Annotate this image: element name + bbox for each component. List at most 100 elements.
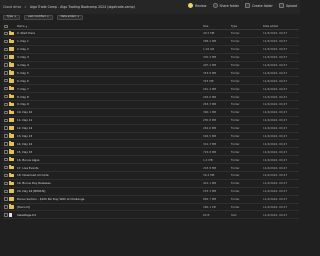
table-row[interactable]: 18. Download All Code 39.4 MB Folder 11/4/2… (3, 172, 299, 180)
row-name[interactable]: [Discord] (17, 205, 203, 209)
row-checkbox[interactable] (4, 94, 8, 99)
row-checkbox[interactable] (4, 102, 8, 107)
filter-last-modified[interactable]: Last modified ▼ (24, 15, 53, 20)
select-all-checkbox[interactable] (4, 24, 8, 29)
table-row[interactable]: 11. Day 11 255.8 MB Folder 11/4/2024, 00:47 (3, 117, 299, 125)
table-row[interactable]: 17. Live Events 203.8 MB Folder 11/4/2024, … (3, 164, 299, 173)
row-name[interactable]: 3. Day 3 (17, 55, 203, 59)
table-row[interactable]: 0. Start Here 49.5 MB Folder 11/4/2024, 00:… (3, 30, 299, 38)
row-icon-cell (9, 38, 17, 44)
row-date: 11/4/2024, 00:47 (263, 149, 288, 154)
review-button[interactable]: Review (188, 3, 207, 8)
row-size: 261.4 MB (203, 86, 217, 91)
table-row[interactable]: 5. Day 5 353.8 MB Folder 11/4/2024, 00:47 (3, 69, 299, 78)
row-checkbox[interactable] (4, 55, 8, 59)
folder-icon (9, 54, 14, 59)
row-checkbox[interactable] (4, 63, 8, 67)
row-icon-cell (9, 149, 17, 154)
filter-date-added[interactable]: Date added ▼ (56, 15, 83, 20)
table-row[interactable]: Bonus Section - $100 Per Day With AI Cha… (3, 196, 299, 204)
row-checkbox[interactable] (4, 110, 8, 115)
table-body: 0. Start Here 49.5 MB Folder 11/4/2024, 00:… (3, 30, 299, 220)
breadcrumb-root[interactable]: Cloud drive (3, 5, 21, 9)
table-row[interactable]: [Discord] 260.1 KB Folder 11/4/2024, 00:47 (3, 204, 299, 212)
table-row[interactable]: 8. Day 8 246.6 MB Folder 11/4/2024, 00:47 (3, 93, 299, 102)
table-row[interactable]: 10. Day 10 300.1 MB Folder 11/4/2024, 00:47 (3, 109, 299, 117)
table-row[interactable]: 15. Day 15 722.8 MB Folder 11/4/2024, 00:47 (3, 148, 299, 157)
upload-button[interactable]: Upload (278, 3, 297, 8)
column-name-header[interactable]: Name▲ (17, 25, 203, 28)
table-row[interactable]: 19. Bonus Day Releases 441.1 MB Folder 11/4… (3, 180, 299, 188)
table-row[interactable]: 3. Day 3 330.3 MB Folder 11/4/2024, 00:47 (3, 54, 299, 62)
row-checkbox[interactable] (4, 134, 8, 138)
create-folder-button[interactable]: Create folder (244, 3, 273, 8)
filter-type[interactable]: Type ▼ (3, 15, 21, 20)
row-checkbox[interactable] (4, 118, 8, 122)
row-checkbox[interactable] (4, 126, 8, 130)
row-name[interactable]: 16. Bonus Algos (17, 158, 203, 162)
share-folder-button[interactable]: Share folder (212, 3, 239, 8)
row-name[interactable]: 1. Day 1 (17, 39, 203, 43)
row-size: 312.3 MB (203, 141, 217, 146)
row-size: 722.8 MB (203, 149, 217, 154)
row-checkbox[interactable] (4, 197, 8, 201)
row-checkbox[interactable] (4, 158, 8, 162)
row-checkbox[interactable] (4, 39, 8, 44)
row-checkbox[interactable] (4, 31, 8, 36)
row-checkbox[interactable] (4, 142, 8, 146)
row-checkbox[interactable] (4, 205, 8, 209)
table-row[interactable]: SalesPage.txt 60 B Text 11/4/2024, 00:47 (3, 211, 299, 220)
table-row[interactable]: 14. Day 14 312.3 MB Folder 11/4/2024, 00:47 (3, 140, 299, 149)
row-name[interactable]: SalesPage.txt (17, 213, 203, 217)
table-row[interactable]: 1. Day 1 368.2 MB Folder 11/4/2024, 00:47 (3, 38, 299, 46)
row-size: 368.2 MB (203, 39, 217, 44)
row-name[interactable]: 18. Download All Code (17, 173, 203, 177)
row-name[interactable]: 12. Day 12 (17, 126, 203, 130)
row-checkbox[interactable] (4, 165, 8, 170)
table-row[interactable]: 12. Day 12 262.6 MB Folder 11/4/2024, 00:47 (3, 125, 299, 133)
row-name[interactable]: 9. Day 9 (17, 102, 203, 106)
row-name[interactable]: 2. Day 2 (17, 47, 203, 51)
table-row[interactable]: 9. Day 9 263.3 MB Folder 11/4/2024, 00:47 (3, 101, 299, 109)
row-checkbox[interactable] (4, 79, 8, 83)
row-checkbox[interactable] (4, 189, 8, 193)
row-checkbox[interactable] (4, 213, 8, 217)
table-row[interactable]: 7. Day 7 261.4 MB Folder 11/4/2024, 00:47 (3, 85, 299, 94)
row-name[interactable]: 20. Day 16 [BONUS] (17, 189, 203, 193)
row-checkbox[interactable] (4, 47, 8, 51)
row-checkbox[interactable] (4, 150, 8, 154)
column-size-header[interactable]: Size (203, 25, 231, 28)
column-type-header[interactable]: Type (231, 25, 263, 28)
table-row[interactable]: 4. Day 4 497.2 MB Folder 11/4/2024, 00:47 (3, 62, 299, 70)
row-checkbox[interactable] (4, 173, 8, 178)
chevron-down-icon: ▼ (47, 16, 49, 19)
table-row[interactable]: 20. Day 16 [BONUS] 253.3 MB Folder 11/4/202… (3, 188, 299, 196)
row-date: 11/4/2024, 00:47 (263, 39, 288, 44)
row-checkbox[interactable] (4, 86, 8, 91)
row-name[interactable]: 6. Day 6 (17, 79, 203, 83)
column-date-header[interactable]: Date added (263, 25, 297, 28)
row-name[interactable]: 11. Day 11 (17, 118, 203, 122)
row-name[interactable]: 15. Day 15 (17, 150, 203, 154)
row-name[interactable]: 17. Live Events (17, 166, 203, 170)
row-name[interactable]: 0. Start Here (17, 31, 203, 35)
row-checkbox[interactable] (4, 181, 8, 186)
table-row[interactable]: 13. Day 13 304.5 MB Folder 11/4/2024, 00:47 (3, 133, 299, 141)
table-row[interactable]: 2. Day 2 1.06 GB Folder 11/4/2024, 00:47 (3, 46, 299, 54)
row-date: 11/4/2024, 00:47 (263, 70, 288, 75)
row-name[interactable]: 13. Day 13 (17, 134, 203, 138)
row-checkbox[interactable] (4, 71, 8, 75)
breadcrumb-current[interactable]: Algo Trade Camp - Algo Trading Bootcamp … (30, 5, 135, 9)
table-row[interactable]: 16. Bonus Algos 1.4 MB Folder 11/4/2024, 00… (3, 156, 299, 165)
row-name[interactable]: 4. Day 4 (17, 63, 203, 67)
row-name[interactable]: Bonus Section - $100 Per Day With AI Cha… (17, 197, 203, 201)
row-icon-cell (9, 196, 17, 201)
row-name[interactable]: 10. Day 10 (17, 110, 203, 114)
row-name[interactable]: 19. Bonus Day Releases (17, 181, 203, 185)
row-name[interactable]: 8. Day 8 (17, 95, 203, 99)
table-row[interactable]: 6. Day 6 323 MB Folder 11/4/2024, 00:47 (3, 77, 299, 86)
row-name[interactable]: 14. Day 14 (17, 142, 203, 146)
row-date: 11/4/2024, 00:47 (263, 118, 288, 123)
row-name[interactable]: 5. Day 5 (17, 71, 203, 75)
row-name[interactable]: 7. Day 7 (17, 87, 203, 91)
